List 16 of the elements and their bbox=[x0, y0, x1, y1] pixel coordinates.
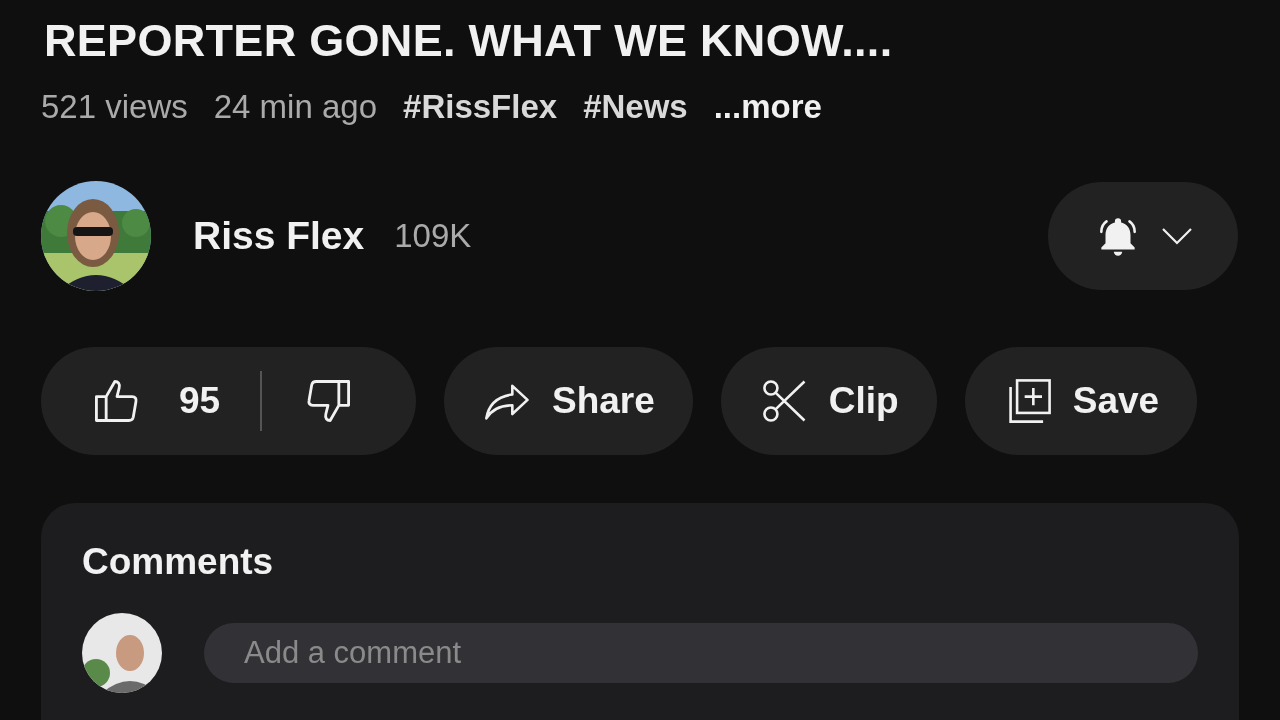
comments-card[interactable]: Comments Add a comment bbox=[41, 503, 1239, 720]
more-link[interactable]: ...more bbox=[713, 88, 822, 126]
hashtag-link[interactable]: #RissFlex bbox=[403, 88, 558, 126]
like-button[interactable]: 95 bbox=[91, 375, 221, 427]
hashtag-link[interactable]: #News bbox=[583, 88, 688, 126]
comment-field[interactable]: Add a comment bbox=[204, 623, 1198, 683]
save-button[interactable]: Save bbox=[964, 347, 1198, 455]
subscriber-count: 109K bbox=[394, 217, 472, 255]
share-button[interactable]: Share bbox=[444, 347, 693, 455]
clip-button[interactable]: Clip bbox=[720, 347, 937, 455]
video-meta-text: 24 min ago bbox=[213, 88, 378, 126]
channel-name[interactable]: Riss Flex bbox=[193, 214, 365, 258]
video-meta-text: 521 views bbox=[41, 88, 188, 126]
comments-heading: Comments bbox=[82, 541, 275, 583]
caret-icon bbox=[1161, 226, 1193, 246]
video-title: REPORTER GONE. WHAT WE KNOW.... bbox=[44, 14, 894, 68]
